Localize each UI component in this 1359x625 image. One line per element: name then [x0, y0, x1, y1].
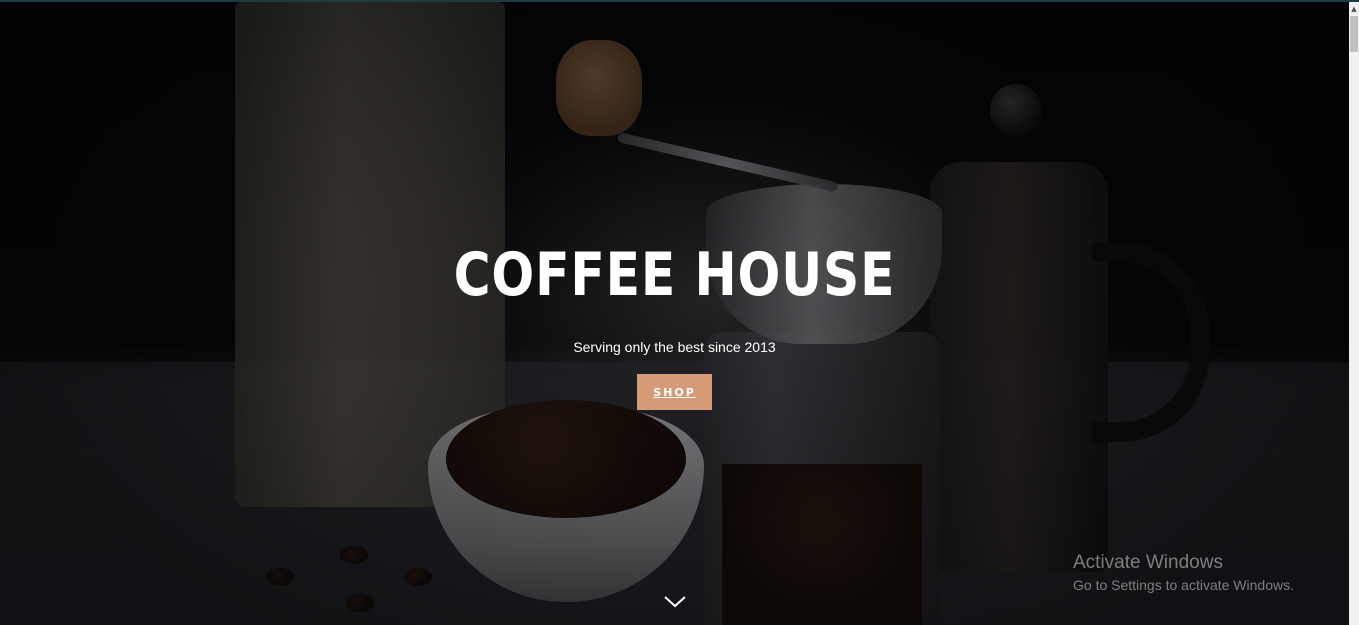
watermark-subtitle: Go to Settings to activate Windows. — [1073, 577, 1294, 593]
scroll-up-arrow-icon[interactable]: ▲ — [1349, 4, 1359, 14]
grinder-arm-image — [616, 132, 839, 193]
chevron-down-icon — [664, 596, 686, 608]
hero-subtitle: Serving only the best since 2013 — [573, 339, 776, 355]
shop-button[interactable]: SHOP — [637, 374, 712, 410]
watermark-title: Activate Windows — [1073, 552, 1223, 573]
loose-bean — [266, 568, 294, 586]
grinder-knob-image — [556, 40, 642, 136]
loose-bean — [340, 546, 368, 564]
loose-bean — [346, 594, 374, 612]
french-press-cap — [990, 84, 1042, 136]
coffee-beans-image — [446, 400, 686, 518]
hero-section: COFFEE HOUSE Serving only the best since… — [0, 2, 1349, 625]
hero-title: COFFEE HOUSE — [453, 240, 896, 310]
scroll-down-button[interactable] — [660, 592, 690, 612]
loose-bean — [404, 568, 432, 586]
browser-viewport: COFFEE HOUSE Serving only the best since… — [0, 0, 1359, 625]
vertical-scrollbar[interactable]: ▲ — [1349, 2, 1359, 625]
ground-coffee-image — [722, 464, 922, 625]
scrollbar-thumb[interactable] — [1350, 16, 1358, 52]
activate-windows-watermark: Activate Windows Go to Settings to activ… — [1073, 552, 1294, 593]
french-press-image — [930, 162, 1108, 572]
